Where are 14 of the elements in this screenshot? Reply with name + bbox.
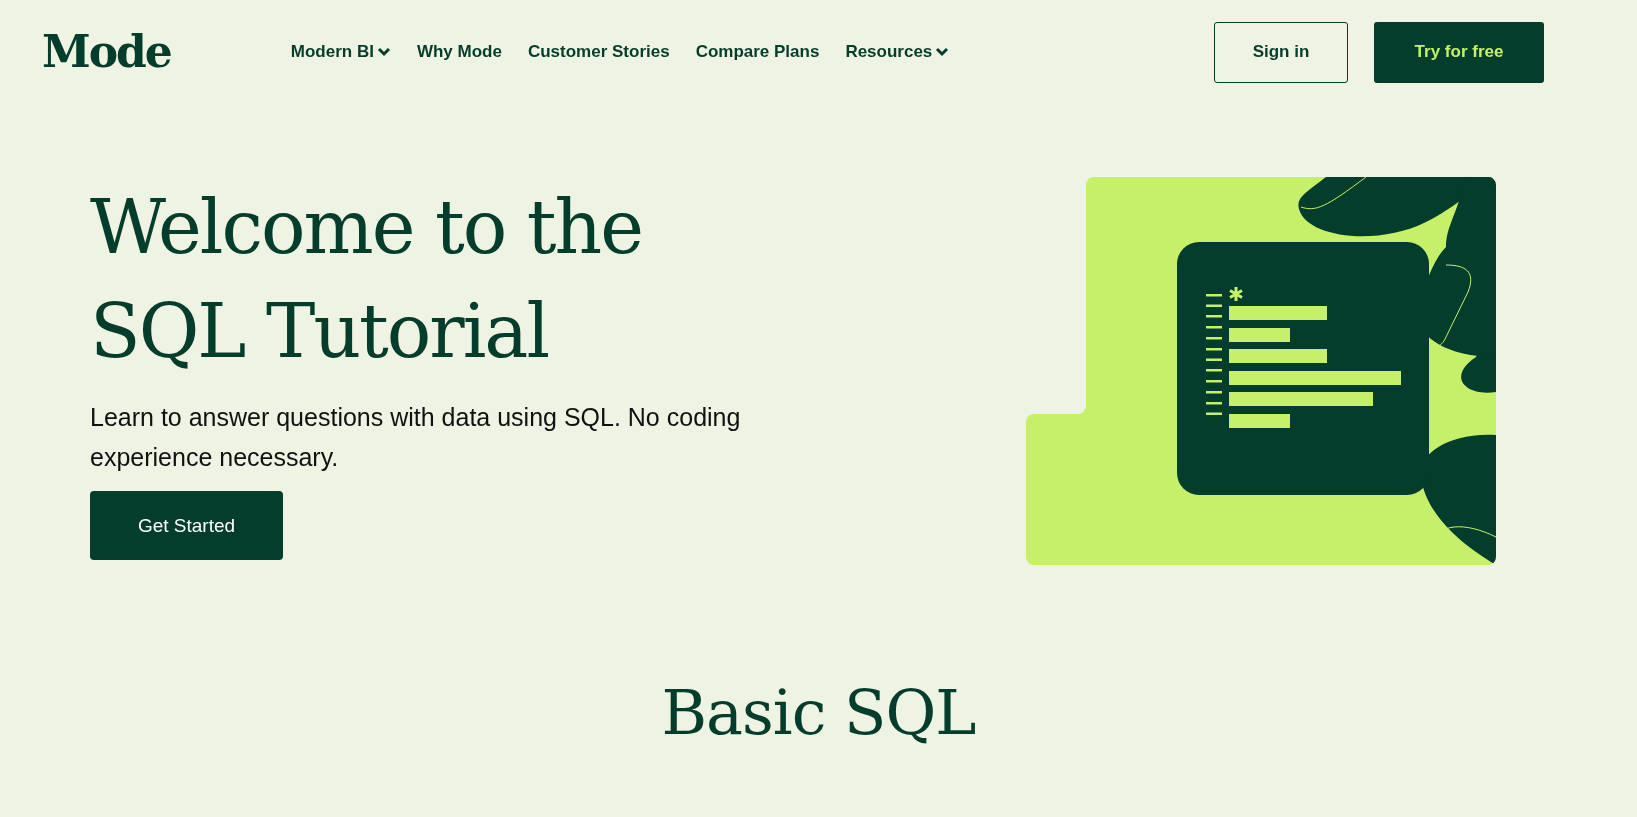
chevron-down-icon bbox=[935, 47, 950, 57]
chevron-down-icon bbox=[376, 47, 391, 57]
logo[interactable]: Mode bbox=[42, 30, 171, 74]
section-title: Basic SQL bbox=[661, 675, 976, 751]
nav-link[interactable]: Compare Plans bbox=[685, 36, 830, 68]
hero-title: Welcome to the SQL Tutorial bbox=[90, 183, 643, 376]
nav-link[interactable]: Customer Stories bbox=[517, 36, 680, 68]
get-started-button[interactable]: Get Started bbox=[90, 491, 283, 560]
try-free-button[interactable]: Try for free bbox=[1374, 21, 1544, 83]
nav-link[interactable]: Modern BI bbox=[280, 36, 401, 68]
hero-subtitle: Learn to answer questions with data using SQL. No coding experience necessary. bbox=[90, 402, 742, 473]
sign-in-button[interactable]: Sign in bbox=[1214, 21, 1348, 83]
nav-link[interactable]: Why Mode bbox=[406, 36, 512, 68]
nav-link[interactable]: Resources bbox=[835, 36, 960, 68]
